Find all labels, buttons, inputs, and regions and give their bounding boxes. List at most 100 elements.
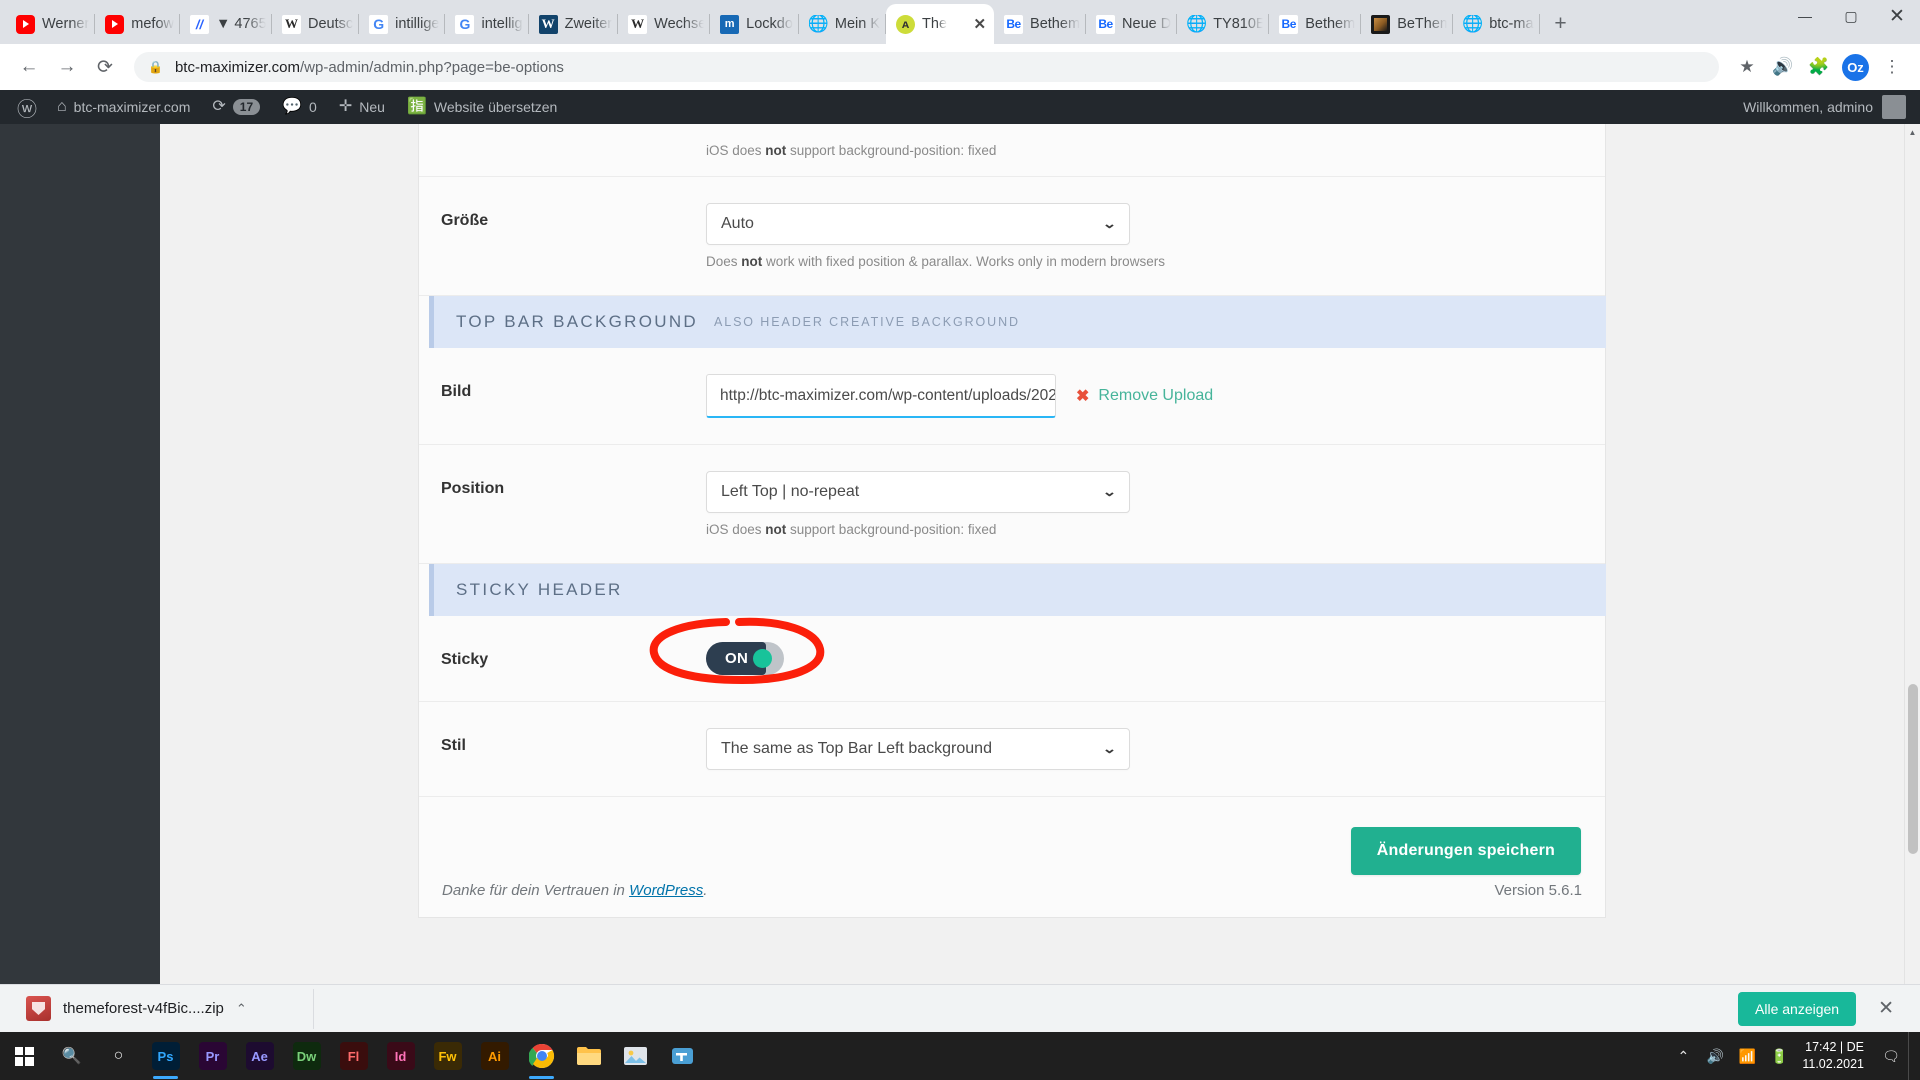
close-icon[interactable]: ✕ (971, 17, 988, 32)
browser-tab[interactable]: W Wechse (618, 4, 711, 44)
cortana-icon[interactable]: ○ (95, 1032, 142, 1080)
taskbar-app-aftereffects[interactable]: Ae (236, 1032, 283, 1080)
url-text: btc-maximizer.com/wp-admin/admin.php?pag… (174, 58, 564, 76)
maximize-button[interactable]: ▢ (1828, 0, 1874, 32)
taskbar-app-file-explorer[interactable] (565, 1032, 612, 1080)
clock-time: 17:42 | DE (1805, 1040, 1864, 1055)
browser-tab[interactable]: W Zweiter (529, 4, 619, 44)
reload-icon[interactable]: ⟳ (88, 50, 122, 84)
taskbar-app-teams[interactable] (659, 1032, 706, 1080)
taskbar-app-photoshop[interactable]: Ps (142, 1032, 189, 1080)
tab-title: Bethem (1030, 16, 1081, 32)
browser-tab-active[interactable]: ᴀ The ✕ (886, 4, 995, 44)
position-select[interactable]: Left Top | no-repeat ⌄ (706, 471, 1130, 513)
taskbar-app-chrome[interactable] (518, 1032, 565, 1080)
scroll-up-icon[interactable]: ▲ (1905, 124, 1920, 140)
stil-select[interactable]: The same as Top Bar Left background ⌄ (706, 728, 1130, 770)
browser-tab[interactable]: m Lockdo (710, 4, 799, 44)
chevron-up-icon[interactable]: ⌃ (236, 1001, 247, 1017)
network-icon[interactable]: 📶 (1732, 1032, 1762, 1080)
chevron-down-icon: ⌄ (1102, 741, 1117, 756)
scrollbar-thumb[interactable] (1908, 684, 1918, 854)
background-position-hint-top: iOS does not support background-position… (706, 143, 997, 158)
save-changes-button[interactable]: Änderungen speichern (1350, 827, 1581, 875)
taskbar-clock[interactable]: 17:42 | DE 11.02.2021 (1796, 1039, 1874, 1073)
browser-tab[interactable]: G intellig (445, 4, 529, 44)
remove-upload-button[interactable]: ✖ Remove Upload (1076, 386, 1213, 406)
bild-url-input[interactable]: http://btc-maximizer.com/wp-content/uplo… (706, 374, 1056, 418)
volume-icon[interactable]: 🔊 (1700, 1032, 1730, 1080)
chrome-menu-icon[interactable]: ⋮ (1876, 51, 1908, 83)
close-download-bar-icon[interactable]: ✕ (1866, 997, 1906, 1020)
adminbar-comments[interactable]: 💬 0 (271, 90, 328, 124)
adminbar-updates[interactable]: ⟳ 17 (201, 90, 271, 124)
youtube-icon (105, 14, 125, 34)
extensions-puzzle-icon[interactable]: 🧩 (1803, 51, 1835, 83)
browser-tab[interactable]: Be Bethem (1269, 4, 1362, 44)
tab-title: intellig (481, 16, 523, 32)
tray-expand-icon[interactable]: ⌃ (1668, 1032, 1698, 1080)
start-button[interactable] (0, 1032, 48, 1080)
page-scrollbar[interactable]: ▲ ▼ (1904, 124, 1920, 1080)
forward-icon[interactable]: → (50, 50, 84, 84)
browser-tab[interactable]: W Deutsc (272, 4, 360, 44)
sticky-toggle[interactable]: ON (706, 642, 784, 675)
tab-title: Wechse (654, 16, 705, 32)
tab-title: Lockdo (746, 16, 793, 32)
file-explorer-icon (576, 1047, 601, 1065)
wordpress-logo-icon[interactable]: ⓦ (8, 90, 46, 124)
animate-icon: Fl (339, 1042, 368, 1070)
address-bar[interactable]: 🔒 btc-maximizer.com/wp-admin/admin.php?p… (134, 52, 1719, 82)
adminbar-new[interactable]: ✛ Neu (328, 90, 396, 124)
adminbar-account[interactable]: Willkommen, admino (1743, 95, 1920, 119)
browser-tab[interactable]: mefow (95, 4, 180, 44)
comment-icon: 💬 (282, 98, 303, 115)
tab-title: Werner (42, 16, 90, 32)
taskbar-app-photos[interactable] (612, 1032, 659, 1080)
groesse-select[interactable]: Auto ⌄ (706, 203, 1130, 245)
youtube-icon (16, 14, 35, 34)
adminbar-translate[interactable]: 🈯 Website übersetzen (396, 90, 568, 124)
show-desktop-button[interactable] (1908, 1032, 1916, 1080)
tab-title: btc-ma (1489, 16, 1534, 32)
wp-admin-sidebar[interactable] (0, 124, 160, 1080)
taskbar-app-premiere[interactable]: Pr (189, 1032, 236, 1080)
notification-center-icon[interactable]: 🗨 (1876, 1032, 1906, 1080)
browser-tab[interactable]: 🌐 btc-ma (1453, 4, 1540, 44)
download-item[interactable]: themeforest-v4fBic....zip ⌃ (14, 988, 314, 1029)
behance-icon: Be (1096, 14, 1116, 34)
updates-icon: ⟳ (212, 98, 226, 115)
battery-icon[interactable]: 🔋 (1764, 1032, 1794, 1080)
dark-thumb-icon (1371, 14, 1391, 34)
adminbar-site-name[interactable]: ⌂ btc-maximizer.com (46, 90, 201, 124)
taskbar-app-fireworks[interactable]: Fw (424, 1032, 471, 1080)
taskbar-app-illustrator[interactable]: Ai (471, 1032, 518, 1080)
back-icon[interactable]: ← (12, 50, 46, 84)
wikipedia-icon: W (282, 14, 301, 34)
browser-tab[interactable]: Be Bethem (994, 4, 1087, 44)
profile-avatar[interactable]: Oz (1842, 53, 1869, 81)
footer-thanks: Danke für dein Vertrauen in WordPress. (442, 882, 708, 899)
taskbar-app-dreamweaver[interactable]: Dw (283, 1032, 330, 1080)
wordpress-link[interactable]: WordPress (629, 882, 703, 899)
new-tab-button[interactable]: + (1546, 9, 1576, 39)
tab-strip: Werner mefow // ▼ 4765 W Deutsc G intill… (0, 0, 1920, 44)
browser-tab[interactable]: 🌐 TY810E (1177, 4, 1270, 44)
browser-tab[interactable]: BeThem (1361, 4, 1454, 44)
browser-tab[interactable]: Werner (6, 4, 96, 44)
groesse-hint: Does not work with fixed position & para… (706, 254, 1165, 269)
browser-tab[interactable]: 🌐 Mein K (799, 4, 887, 44)
browser-tab[interactable]: Be Neue D (1086, 4, 1178, 44)
taskbar-app-indesign[interactable]: Id (377, 1032, 424, 1080)
browser-tab[interactable]: // ▼ 4765 (180, 4, 272, 44)
search-icon[interactable]: 🔍 (48, 1032, 95, 1080)
fireworks-icon: Fw (433, 1042, 462, 1070)
show-all-downloads-button[interactable]: Alle anzeigen (1738, 991, 1857, 1026)
cast-icon[interactable]: 🔊 (1767, 51, 1799, 83)
minimize-button[interactable]: — (1782, 0, 1828, 32)
browser-tab[interactable]: G intillige (359, 4, 446, 44)
taskbar-app-animate[interactable]: Fl (330, 1032, 377, 1080)
close-window-button[interactable]: ✕ (1874, 0, 1920, 32)
bookmark-star-icon[interactable]: ★ (1731, 51, 1763, 83)
toggle-knob (753, 649, 772, 668)
